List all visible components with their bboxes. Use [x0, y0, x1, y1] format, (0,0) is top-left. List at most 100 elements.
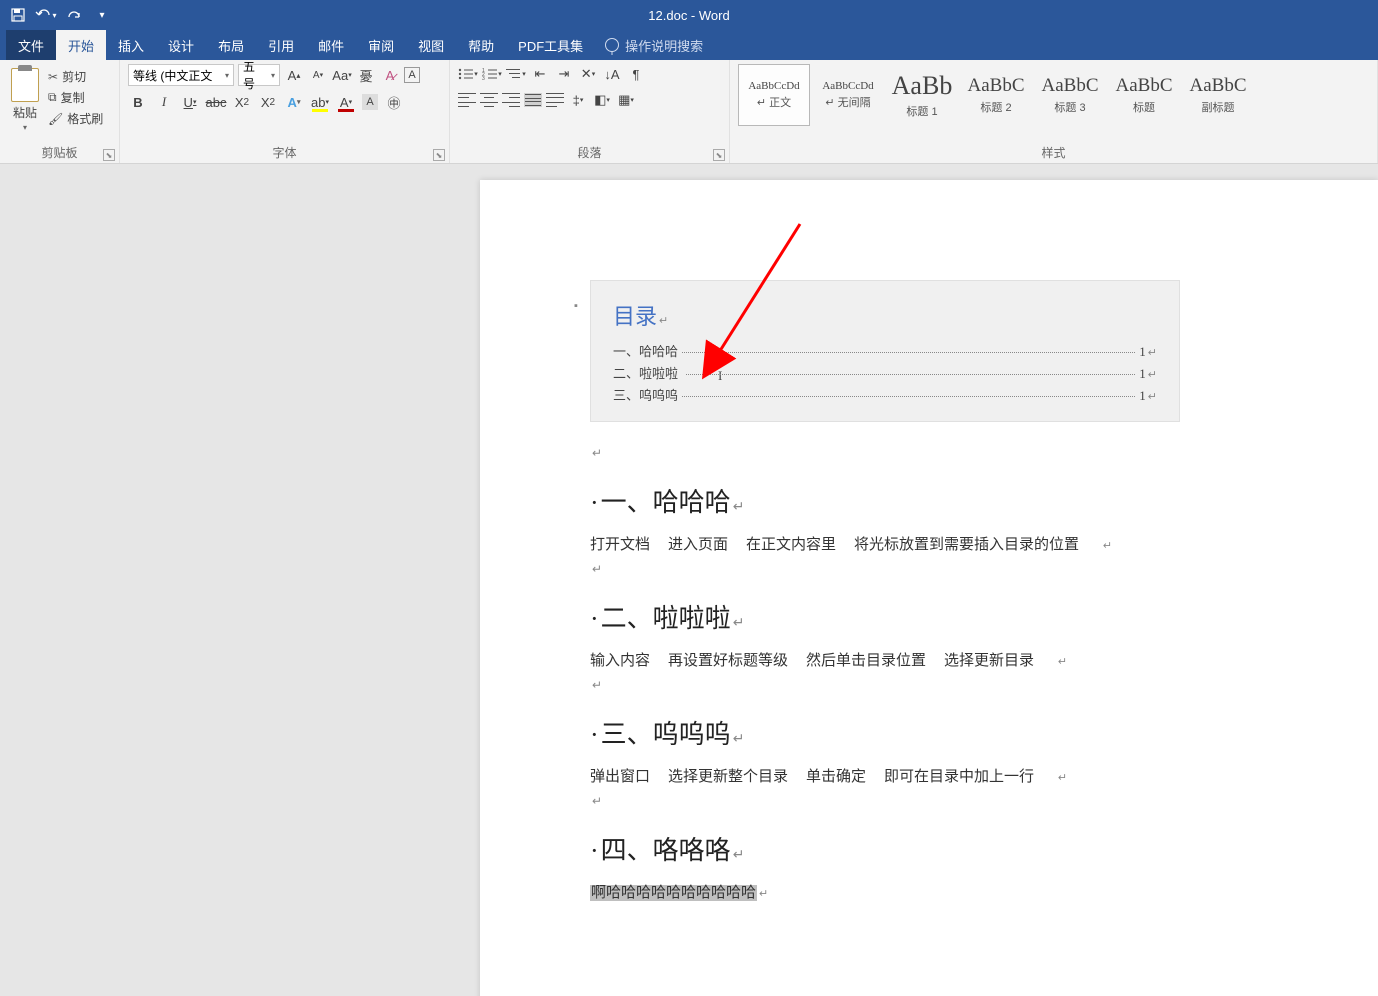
superscript-button[interactable]: X2 [258, 92, 278, 112]
format-painter-button[interactable]: 🖌格式刷 [48, 110, 103, 127]
strike-button[interactable]: abc [206, 92, 226, 112]
font-name-select[interactable]: 等线 (中文正文▾ [128, 64, 234, 86]
undo-button[interactable]: ▾ [34, 3, 58, 27]
document-page[interactable]: ▪ 目录↵ 一、哈哈哈1↵二、啦啦啦I1↵三、呜呜呜1↵ ↵ ·一、哈哈哈↵打开… [480, 180, 1378, 996]
distribute-button[interactable] [546, 93, 564, 107]
style-card[interactable]: AaBb标题 1 [886, 64, 958, 126]
body-paragraph[interactable]: 弹出窗口选择更新整个目录单击确定即可在目录中加上一行 ↵ [590, 765, 1318, 786]
font-size-select[interactable]: 五号▾ [238, 64, 280, 86]
ribbon-tabs: 文件 开始 插入 设计 布局 引用 邮件 审阅 视图 帮助 PDF工具集 操作说… [0, 30, 1378, 60]
align-right-button[interactable] [502, 93, 520, 107]
style-name: 标题 3 [1054, 99, 1085, 115]
document-area[interactable]: ▪ 目录↵ 一、哈哈哈1↵二、啦啦啦I1↵三、呜呜呜1↵ ↵ ·一、哈哈哈↵打开… [0, 164, 1378, 996]
align-justify-button[interactable] [524, 93, 542, 107]
multilevel-list-button[interactable]: ▾ [506, 64, 526, 84]
toc-container[interactable]: 目录↵ 一、哈哈哈1↵ 二、啦啦啦I1↵ 三、呜呜呜1↵ [590, 280, 1180, 422]
style-name: 副标题 [1202, 99, 1235, 115]
group-label-clipboard: 剪贴板⬊ [8, 142, 111, 161]
ribbon: 粘贴 ▾ ✂剪切 ⧉复制 🖌格式刷 剪贴板⬊ 等线 (中文正文▾ 五号▾ A▴ … [0, 60, 1378, 164]
group-label-styles: 样式 [738, 142, 1369, 161]
align-center-button[interactable] [480, 93, 498, 107]
change-case-button[interactable]: Aa▾ [332, 65, 352, 85]
heading[interactable]: ·一、哈哈哈↵ [590, 482, 1318, 519]
save-button[interactable] [6, 3, 30, 27]
tab-insert[interactable]: 插入 [106, 30, 156, 60]
heading[interactable]: ·三、呜呜呜↵ [590, 714, 1318, 751]
font-color-button[interactable]: A▾ [336, 92, 356, 112]
svg-text:3: 3 [482, 76, 485, 80]
group-font: 等线 (中文正文▾ 五号▾ A▴ A▾ Aa▾ 憂 A̷ A B I U▾ ab… [120, 60, 450, 163]
style-card[interactable]: AaBbC副标题 [1182, 64, 1254, 126]
clipboard-dialog-launcher[interactable]: ⬊ [103, 149, 115, 161]
bold-button[interactable]: B [128, 92, 148, 112]
copy-button[interactable]: ⧉复制 [48, 89, 103, 106]
sort-button[interactable]: ↓A [602, 64, 622, 84]
style-name: 标题 2 [980, 99, 1011, 115]
italic-button[interactable]: I [154, 92, 174, 112]
anchor-mark: ▪ [574, 300, 578, 312]
style-name: 标题 [1133, 99, 1155, 115]
styles-gallery: AaBbCcDd↵ 正文AaBbCcDd↵ 无间隔AaBb标题 1AaBbC标题… [738, 64, 1369, 126]
paste-button[interactable]: 粘贴 ▾ [8, 64, 42, 132]
toc-entry[interactable]: 三、呜呜呜1↵ [613, 385, 1157, 404]
heading[interactable]: ·四、咯咯咯↵ [590, 830, 1318, 867]
paragraph-dialog-launcher[interactable]: ⬊ [713, 149, 725, 161]
phonetic-guide-button[interactable]: 憂 [356, 65, 376, 85]
toc-title: 目录↵ [613, 299, 1157, 331]
style-card[interactable]: AaBbC标题 [1108, 64, 1180, 126]
clipboard-icon [11, 68, 39, 102]
bullets-button[interactable]: ▾ [458, 64, 478, 84]
char-border-button[interactable]: A [404, 67, 420, 83]
style-card[interactable]: AaBbC标题 3 [1034, 64, 1106, 126]
body-paragraph-selected[interactable]: 啊哈哈哈哈哈哈哈哈哈哈↵ [590, 881, 1318, 902]
grow-font-button[interactable]: A▴ [284, 65, 304, 85]
toc-entry[interactable]: 二、啦啦啦I1↵ [613, 363, 1157, 382]
underline-button[interactable]: U▾ [180, 92, 200, 112]
bulb-icon [605, 38, 619, 52]
decrease-indent-button[interactable]: ⇤ [530, 64, 550, 84]
body-paragraph[interactable]: 输入内容再设置好标题等级然后单击目录位置选择更新目录 ↵ [590, 649, 1318, 670]
style-preview: AaBbC [968, 75, 1025, 97]
copy-icon: ⧉ [48, 90, 57, 105]
tab-layout[interactable]: 布局 [206, 30, 256, 60]
toc-entry[interactable]: 一、哈哈哈1↵ [613, 341, 1157, 360]
tab-pdf[interactable]: PDF工具集 [506, 30, 595, 60]
body-paragraph[interactable]: 打开文档进入页面在正文内容里将光标放置到需要插入目录的位置 ↵ [590, 533, 1318, 554]
subscript-button[interactable]: X2 [232, 92, 252, 112]
numbering-button[interactable]: 123▾ [482, 64, 502, 84]
text-effects-button[interactable]: A▾ [284, 92, 304, 112]
increase-indent-button[interactable]: ⇥ [554, 64, 574, 84]
cut-button[interactable]: ✂剪切 [48, 68, 103, 85]
style-card[interactable]: AaBbCcDd↵ 无间隔 [812, 64, 884, 126]
line-spacing-button[interactable]: ‡▾ [568, 90, 588, 110]
tell-me-search[interactable]: 操作说明搜索 [595, 36, 713, 55]
group-label-paragraph: 段落⬊ [458, 142, 721, 161]
style-card[interactable]: AaBbC 标题 2 [960, 64, 1032, 126]
tab-help[interactable]: 帮助 [456, 30, 506, 60]
group-styles: AaBbCcDd↵ 正文AaBbCcDd↵ 无间隔AaBb标题 1AaBbC标题… [730, 60, 1378, 163]
font-dialog-launcher[interactable]: ⬊ [433, 149, 445, 161]
qat-customize[interactable]: ▾ [90, 3, 114, 27]
tab-references[interactable]: 引用 [256, 30, 306, 60]
redo-button[interactable] [62, 3, 86, 27]
tab-review[interactable]: 审阅 [356, 30, 406, 60]
char-shading-button[interactable]: A [362, 94, 378, 110]
enclose-char-button[interactable]: ㊥ [384, 92, 404, 112]
style-card[interactable]: AaBbCcDd↵ 正文 [738, 64, 810, 126]
tab-home[interactable]: 开始 [56, 30, 106, 60]
borders-button[interactable]: ▦▾ [616, 90, 636, 110]
tab-mailings[interactable]: 邮件 [306, 30, 356, 60]
shrink-font-button[interactable]: A▾ [308, 65, 328, 85]
heading[interactable]: ·二、啦啦啦↵ [590, 598, 1318, 635]
tab-design[interactable]: 设计 [156, 30, 206, 60]
style-name: 标题 1 [906, 103, 937, 119]
show-marks-button[interactable]: ¶ [626, 64, 646, 84]
asian-layout-button[interactable]: ✕▾ [578, 64, 598, 84]
tab-view[interactable]: 视图 [406, 30, 456, 60]
style-preview: AaBbCcDd [748, 80, 799, 92]
shading-button[interactable]: ◧▾ [592, 90, 612, 110]
tab-file[interactable]: 文件 [6, 30, 56, 60]
align-left-button[interactable] [458, 93, 476, 107]
clear-format-button[interactable]: A̷ [380, 65, 400, 85]
highlight-button[interactable]: ab▾ [310, 92, 330, 112]
